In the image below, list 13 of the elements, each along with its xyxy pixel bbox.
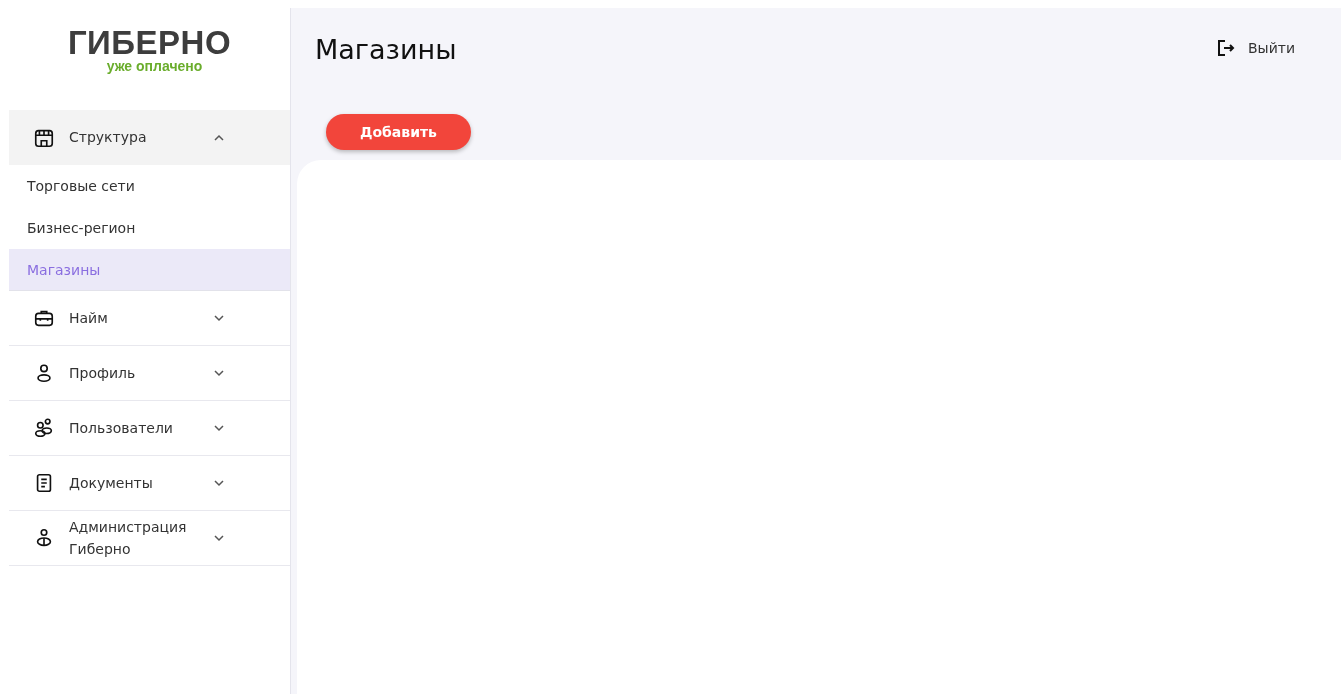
add-button[interactable]: Добавить [326,114,471,150]
logo-wordmark: ГИБЕРНО [67,26,232,59]
logout-icon [1216,38,1236,58]
chevron-icon [213,422,225,434]
chevron-icon [213,367,225,379]
chevron-icon [213,312,225,324]
chevron-icon [213,532,225,544]
people-icon [33,417,55,439]
page-title: Магазины [315,34,457,65]
logo-tagline: уже оплачено [106,59,203,73]
logout-button[interactable]: Выйти [1216,34,1295,62]
chevron-icon [213,477,225,489]
sidebar-section[interactable]: Структура [9,110,290,165]
